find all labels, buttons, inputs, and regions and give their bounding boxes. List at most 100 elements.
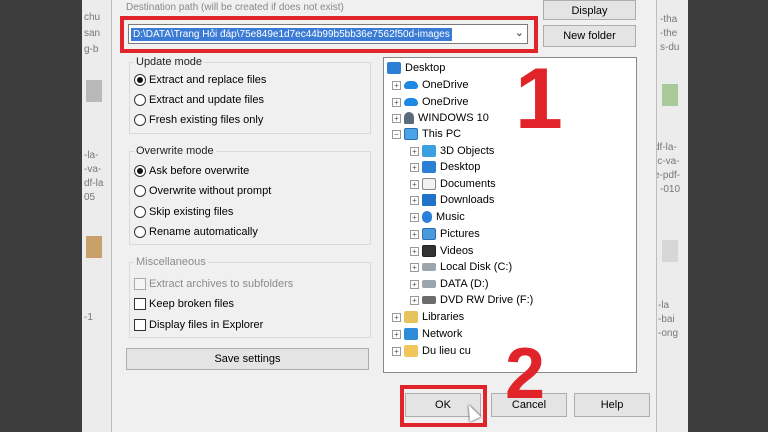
expand-icon[interactable]: + <box>410 146 419 156</box>
expand-icon[interactable]: + <box>410 246 419 256</box>
bg-file-label: chu <box>84 12 101 23</box>
tree-item-du-lieu-cu[interactable]: + Du lieu cu <box>392 343 471 359</box>
tree-item-label: 3D Objects <box>440 145 495 157</box>
radio-selected-icon[interactable] <box>134 165 146 177</box>
tree-item-desktop[interactable]: Desktop <box>387 60 445 76</box>
tree-item-label: Desktop <box>405 62 446 74</box>
tree-item-label: Local Disk (C:) <box>440 261 513 273</box>
tree-item-windows10[interactable]: + WINDOWS 10 <box>392 110 489 126</box>
expand-icon[interactable]: + <box>410 195 419 205</box>
tree-item-local-disk-c[interactable]: + Local Disk (C:) <box>410 259 512 275</box>
bg-file-label: -bai <box>658 314 675 325</box>
expand-icon[interactable]: + <box>392 80 401 90</box>
checkbox-keep-broken-files[interactable]: Keep broken files <box>134 298 234 310</box>
radio-icon[interactable] <box>134 226 146 238</box>
radio-rename-automatically[interactable]: Rename automatically <box>134 226 258 238</box>
overwrite-mode-title: Overwrite mode <box>134 145 216 157</box>
bg-file-label: -la <box>658 300 670 311</box>
background-right-panel <box>688 0 768 432</box>
tree-item-onedrive[interactable]: + OneDrive <box>392 77 468 93</box>
videos-icon <box>422 245 436 257</box>
miscellaneous-title: Miscellaneous <box>134 256 208 268</box>
bg-file-label: 05 <box>84 192 96 203</box>
tree-item-desktop-pc[interactable]: + Desktop <box>410 159 480 175</box>
tree-item-network[interactable]: + Network <box>392 326 462 342</box>
tree-item-label: Videos <box>440 245 474 257</box>
tree-item-videos[interactable]: + Videos <box>410 243 473 259</box>
tree-item-pictures[interactable]: + Pictures <box>410 226 480 242</box>
bg-file-label: -ong <box>658 328 679 339</box>
radio-skip-existing[interactable]: Skip existing files <box>134 206 233 218</box>
radio-extract-replace[interactable]: Extract and replace files <box>134 74 266 86</box>
3d-objects-icon <box>422 145 436 157</box>
expand-icon[interactable]: + <box>392 113 401 123</box>
save-settings-button[interactable]: Save settings <box>126 348 369 370</box>
radio-icon[interactable] <box>134 94 146 106</box>
radio-icon[interactable] <box>134 206 146 218</box>
pc-icon <box>404 128 418 140</box>
bg-file-label: -the <box>660 28 678 39</box>
radio-label: Overwrite without prompt <box>149 185 272 197</box>
tree-item-dvd-drive[interactable]: + DVD RW Drive (F:) <box>410 292 533 308</box>
checkbox-extract-to-subfolders: Extract archives to subfolders <box>134 278 293 290</box>
expand-icon[interactable]: + <box>410 262 419 272</box>
tree-item-3d-objects[interactable]: +3D Objects <box>410 143 494 159</box>
tree-item-label: Network <box>422 328 463 340</box>
tree-item-label: Du lieu cu <box>422 345 471 357</box>
tree-item-documents[interactable]: + Documents <box>410 176 496 192</box>
help-button[interactable]: Help <box>574 393 650 417</box>
expand-icon[interactable]: + <box>392 97 401 107</box>
expand-icon[interactable]: + <box>410 295 419 305</box>
expand-icon[interactable]: + <box>410 229 419 239</box>
radio-extract-update[interactable]: Extract and update files <box>134 94 264 106</box>
expand-icon[interactable]: + <box>392 329 401 339</box>
expand-icon[interactable]: + <box>410 279 419 289</box>
radio-ask-before-overwrite[interactable]: Ask before overwrite <box>134 165 249 177</box>
overwrite-mode-group: Overwrite mode Ask before overwrite Over… <box>129 145 371 245</box>
bg-file-label: -va- <box>84 164 102 175</box>
bg-file-label: s-du <box>660 42 680 53</box>
documents-icon <box>422 178 436 190</box>
expand-icon[interactable]: + <box>392 346 401 356</box>
expand-icon[interactable]: + <box>410 212 419 222</box>
update-mode-group: Update mode Extract and replace files Ex… <box>129 56 371 134</box>
radio-label: Extract and replace files <box>149 74 267 86</box>
bg-file-thumbnail <box>86 80 102 102</box>
radio-label: Fresh existing files only <box>149 114 264 126</box>
tree-item-data-d[interactable]: + DATA (D:) <box>410 276 488 292</box>
radio-label: Extract and update files <box>149 94 264 106</box>
miscellaneous-group: Miscellaneous Extract archives to subfol… <box>129 256 371 338</box>
bg-file-label: -la- <box>84 150 99 161</box>
radio-label: Rename automatically <box>149 226 258 238</box>
bg-file-thumbnail <box>662 240 678 262</box>
tree-item-label: This PC <box>422 128 462 140</box>
downloads-icon <box>422 194 436 206</box>
tree-item-downloads[interactable]: + Downloads <box>410 192 494 208</box>
tree-item-libraries[interactable]: + Libraries <box>392 309 464 325</box>
display-button[interactable]: Display <box>543 0 636 20</box>
bg-file-label: -1 <box>84 312 93 323</box>
radio-icon[interactable] <box>134 185 146 197</box>
radio-overwrite-without-prompt[interactable]: Overwrite without prompt <box>134 185 271 197</box>
checkbox-icon[interactable] <box>134 298 146 310</box>
tree-item-music[interactable]: + Music <box>410 209 465 225</box>
folder-tree[interactable]: Desktop + OneDrive + OneDrive + WINDOWS 10 … <box>383 57 637 373</box>
cloud-icon <box>404 98 418 106</box>
collapse-icon[interactable]: − <box>392 129 401 139</box>
tree-item-this-pc[interactable]: − This PC <box>392 126 461 142</box>
expand-icon[interactable]: + <box>410 162 419 172</box>
checkbox-disabled-icon <box>134 278 146 290</box>
tree-item-label: WINDOWS 10 <box>418 112 489 124</box>
expand-icon[interactable]: + <box>392 312 401 322</box>
tree-item-onedrive-2[interactable]: + OneDrive <box>392 94 468 110</box>
radio-selected-icon[interactable] <box>134 74 146 86</box>
checkbox-label: Display files in Explorer <box>149 319 264 331</box>
bg-file-label: g-b <box>84 44 99 55</box>
bg-file-thumbnail <box>86 236 102 258</box>
checkbox-display-in-explorer[interactable]: Display files in Explorer <box>134 319 263 331</box>
checkbox-icon[interactable] <box>134 319 146 331</box>
new-folder-button[interactable]: New folder <box>543 25 636 47</box>
expand-icon[interactable]: + <box>410 179 419 189</box>
radio-fresh-existing[interactable]: Fresh existing files only <box>134 114 263 126</box>
radio-icon[interactable] <box>134 114 146 126</box>
